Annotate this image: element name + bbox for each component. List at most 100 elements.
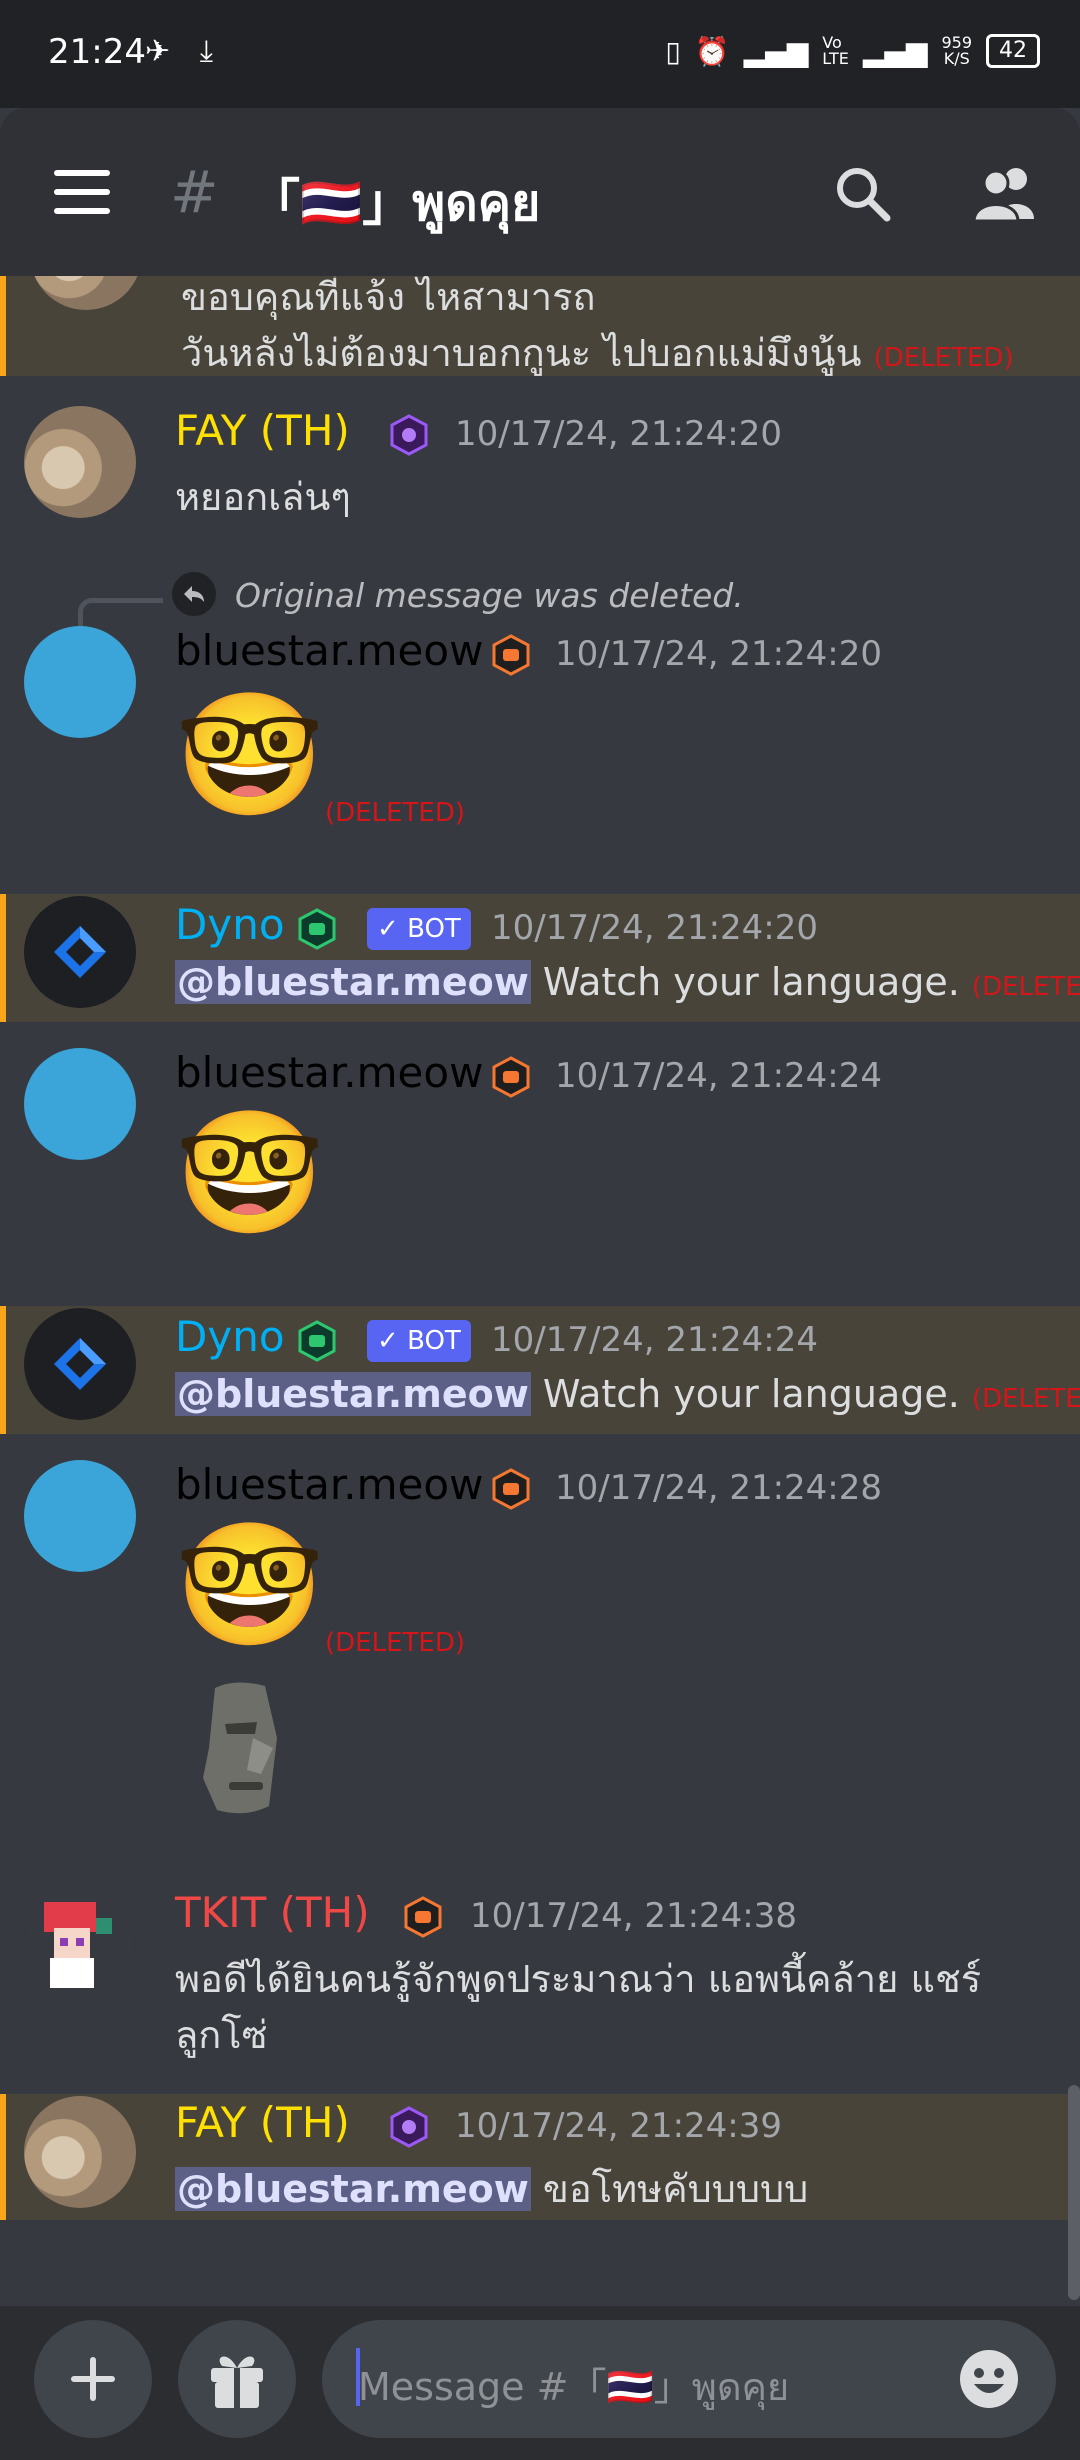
dyno-logo-icon xyxy=(54,926,106,978)
notification-icons: ✈ ⤓ xyxy=(145,34,223,69)
avatar[interactable] xyxy=(24,1888,136,2000)
message-item[interactable]: Dyno ✓ BOT 10/17/24, 21:24:20 @bluestar.… xyxy=(0,894,1080,1022)
user-mention[interactable]: @bluestar.meow xyxy=(175,1372,531,1416)
message-item[interactable]: FAY (TH) 10/17/24, 21:24:39 @bluestar.me… xyxy=(0,2094,1080,2220)
nerd-emoji: 🤓 xyxy=(175,1516,325,1655)
volte-icon: Vo LTE xyxy=(822,33,849,68)
role-badge-icon xyxy=(390,2106,428,2148)
avatar[interactable] xyxy=(24,406,136,518)
members-icon[interactable] xyxy=(970,163,1040,223)
status-time: 21:24 xyxy=(48,32,146,72)
moai-sticker[interactable] xyxy=(195,1678,295,1820)
avatar[interactable] xyxy=(24,896,136,1008)
message-text: Watch your language. xyxy=(542,1372,960,1416)
deleted-label: (DELETED) xyxy=(325,798,465,828)
search-icon[interactable] xyxy=(832,163,892,223)
dyno-logo-icon xyxy=(54,1338,106,1390)
channel-name[interactable]: 「🇹🇭」พูดคุย xyxy=(250,163,540,243)
role-badge-icon xyxy=(492,1468,530,1510)
username[interactable]: Dyno xyxy=(175,900,285,949)
attach-button[interactable] xyxy=(34,2320,152,2438)
avatar[interactable] xyxy=(24,2096,136,2208)
timestamp: 10/17/24, 21:24:39 xyxy=(455,2106,783,2146)
network-speed-unit: K/S xyxy=(943,49,970,68)
message-text: วันหลังไม่ต้องมาบอกกูนะ ไปบอกแม่มึงนู้น xyxy=(181,331,862,375)
username[interactable]: TKIT (TH) xyxy=(175,1888,370,1937)
battery-icon: 42 xyxy=(986,34,1040,68)
timestamp: 10/17/24, 21:24:28 xyxy=(555,1468,883,1508)
message-text-line-2: ลูกโซ่ xyxy=(175,2013,268,2057)
message-placeholder: Message #「🇹🇭」พูดคุย xyxy=(358,2365,790,2409)
username[interactable]: bluestar.meow xyxy=(175,1048,483,1097)
message-text-line: @bluestar.meow Watch your language. (DEL… xyxy=(175,1372,1080,1416)
deleted-label: (DELETED) xyxy=(325,1628,465,1658)
timestamp: 10/17/24, 21:24:24 xyxy=(491,1320,819,1360)
status-bar: 21:24 ✈ ⤓ ▯ ⏰ ▂▄▆ Vo LTE ▂▄▆ 959 K/S 42 xyxy=(0,0,1080,108)
deleted-label: (DELETED) xyxy=(971,1384,1080,1414)
emoji-picker-icon[interactable] xyxy=(958,2348,1020,2410)
pixel-avatar-icon xyxy=(44,1902,112,1988)
timestamp: 10/17/24, 21:24:38 xyxy=(470,1896,798,1936)
bot-badge: ✓ BOT xyxy=(367,1320,471,1362)
message-input[interactable]: Message #「🇹🇭」พูดคุย xyxy=(322,2320,1056,2438)
message-item[interactable]: TKIT (TH) 10/17/24, 21:24:38 พอดีได้ยินค… xyxy=(0,1888,1080,2088)
deleted-label: (DELETED) xyxy=(971,972,1080,1002)
reply-preview[interactable]: Original message was deleted. xyxy=(235,576,935,615)
avatar[interactable] xyxy=(30,276,142,310)
message-item[interactable]: Dyno ✓ BOT 10/17/24, 21:24:24 @bluestar.… xyxy=(0,1306,1080,1434)
message-text-line: @bluestar.meow Watch your language. (DEL… xyxy=(175,960,1080,1004)
deleted-label: (DELETED) xyxy=(873,343,1014,373)
signal-4g-icon: ▂▄▆ xyxy=(862,34,928,68)
role-badge-icon xyxy=(492,1056,530,1098)
username[interactable]: Dyno xyxy=(175,1312,285,1361)
avatar[interactable] xyxy=(24,1460,136,1572)
plus-icon xyxy=(71,2357,115,2401)
message-item[interactable]: bluestar.meow 10/17/24, 21:24:20 🤓 (DELE… xyxy=(0,626,1080,846)
username[interactable]: bluestar.meow xyxy=(175,626,483,675)
network-speed: 959 K/S xyxy=(941,35,972,67)
username[interactable]: bluestar.meow xyxy=(175,1460,483,1509)
message-item[interactable]: FAY (TH) 10/17/24, 21:24:20 หยอกเล่นๆ xyxy=(0,406,1080,536)
message-text: ขอโทษคับบบบบ xyxy=(542,2167,809,2211)
avatar[interactable] xyxy=(24,1048,136,1160)
role-badge-icon xyxy=(404,1896,442,1938)
message-list[interactable]: ขอบคุณที่แจ้ง ไหสามารถ วันหลังไม่ต้องมาบ… xyxy=(0,276,1080,2306)
username[interactable]: FAY (TH) xyxy=(175,406,350,455)
message-text-line: ขอบคุณที่แจ้ง ไหสามารถ xyxy=(181,276,596,319)
reply-icon xyxy=(172,572,216,616)
timestamp: 10/17/24, 21:24:24 xyxy=(555,1056,883,1096)
message-item[interactable]: bluestar.meow 10/17/24, 21:24:24 🤓 xyxy=(0,1048,1080,1248)
avatar[interactable] xyxy=(24,1308,136,1420)
timestamp: 10/17/24, 21:24:20 xyxy=(491,908,819,948)
bot-label: BOT xyxy=(407,914,461,944)
timestamp: 10/17/24, 21:24:20 xyxy=(455,414,783,454)
role-badge-icon xyxy=(390,414,428,456)
message-text-line: @bluestar.meow ขอโทษคับบบบบ xyxy=(175,2158,808,2219)
username[interactable]: FAY (TH) xyxy=(175,2098,350,2147)
message-text-line: พอดีได้ยินคนรู้จักพูดประมาณว่า แอพนี้คล้… xyxy=(175,1957,982,2001)
message-text-line-2: วันหลังไม่ต้องมาบอกกูนะ ไปบอกแม่มึงนู้น … xyxy=(181,322,1014,383)
vibrate-icon: ▯ xyxy=(665,34,681,68)
message-text: Watch your language. xyxy=(542,960,960,1004)
system-icons: ▯ ⏰ ▂▄▆ Vo LTE ▂▄▆ 959 K/S 42 xyxy=(665,34,1040,68)
user-mention[interactable]: @bluestar.meow xyxy=(175,960,531,1004)
message-text: หยอกเล่นๆ xyxy=(175,475,351,519)
nerd-emoji: 🤓 xyxy=(175,1104,325,1243)
nerd-emoji: 🤓 xyxy=(175,686,325,825)
role-badge-icon xyxy=(298,1320,336,1362)
role-badge-icon xyxy=(298,908,336,950)
signal-icon: ▂▄▆ xyxy=(743,34,809,68)
gift-button[interactable] xyxy=(178,2320,296,2438)
message-item[interactable]: bluestar.meow 10/17/24, 21:24:28 🤓 (DELE… xyxy=(0,1460,1080,1820)
user-mention[interactable]: @bluestar.meow xyxy=(175,2167,531,2211)
alarm-icon: ⏰ xyxy=(694,34,730,68)
activity-icon: ✈ xyxy=(145,34,181,69)
bot-badge: ✓ BOT xyxy=(367,908,471,950)
message-item[interactable]: ขอบคุณที่แจ้ง ไหสามารถ วันหลังไม่ต้องมาบ… xyxy=(0,276,1080,376)
hamburger-menu-icon[interactable] xyxy=(54,170,110,214)
avatar[interactable] xyxy=(24,626,136,738)
channel-header: # 「🇹🇭」พูดคุย xyxy=(0,108,1080,276)
bot-label: BOT xyxy=(407,1326,461,1356)
gift-icon xyxy=(211,2356,263,2408)
scrollbar[interactable] xyxy=(1068,2085,1080,2300)
